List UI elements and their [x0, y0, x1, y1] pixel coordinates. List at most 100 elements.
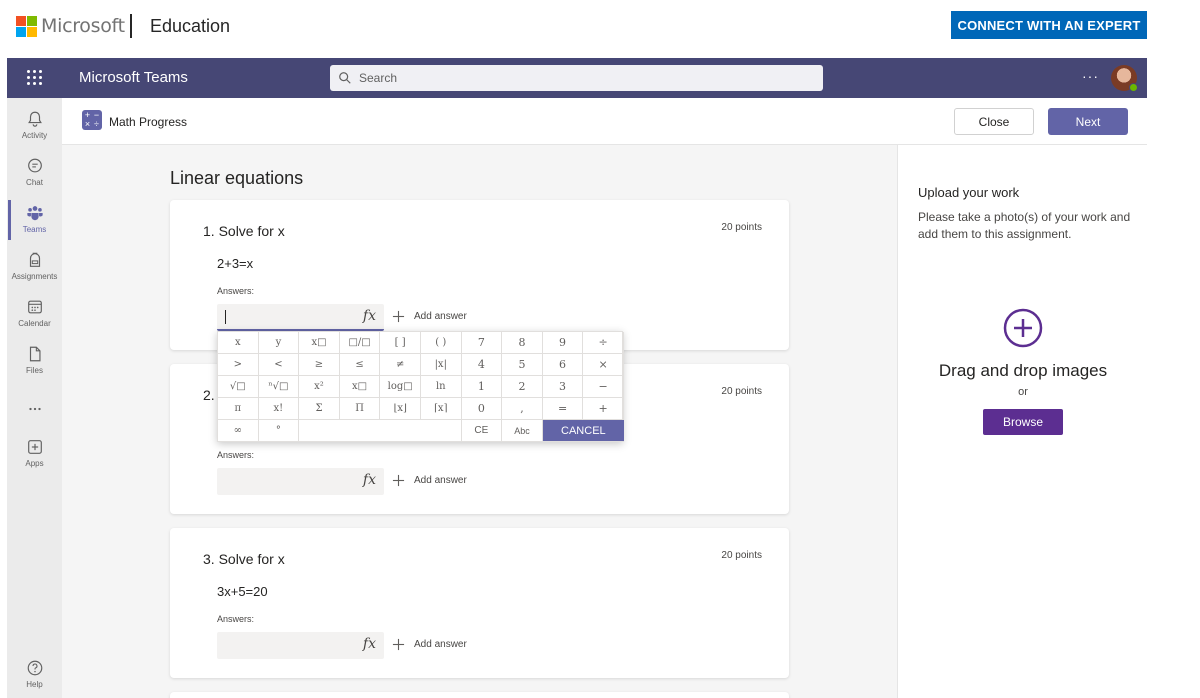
keypad-key[interactable]: ∞ — [218, 420, 259, 442]
connect-expert-button[interactable]: CONNECT WITH AN EXPERT — [951, 11, 1147, 39]
keypad-key[interactable]: < — [258, 354, 300, 376]
product-name: Education — [150, 16, 231, 36]
add-answer-label: Add answer — [414, 639, 467, 650]
keypad-key[interactable]: 4 — [461, 354, 503, 376]
keypad-key[interactable]: 1 — [461, 376, 503, 398]
keypad-key[interactable]: x□ — [339, 376, 381, 398]
rail-label: Activity — [21, 131, 48, 140]
keypad-key[interactable]: 8 — [502, 332, 543, 354]
keypad-key[interactable]: π — [218, 398, 259, 420]
browse-button[interactable]: Browse — [983, 409, 1063, 435]
keypad-key[interactable]: |x| — [420, 354, 462, 376]
search-icon — [339, 72, 351, 84]
rail-label: Calendar — [18, 319, 51, 328]
file-icon — [29, 346, 41, 362]
rail-item-calendar[interactable]: Calendar — [7, 294, 62, 338]
keypad-key[interactable]: 2 — [502, 376, 543, 398]
rail-label: Help — [26, 680, 43, 689]
answer-input[interactable]: fx — [217, 304, 384, 331]
rail-item-teams[interactable]: Teams — [7, 200, 62, 244]
clear-entry-button[interactable]: CE — [461, 420, 503, 442]
more-dots-icon — [28, 407, 41, 411]
chat-icon — [27, 158, 42, 173]
keypad-key[interactable]: 6 — [542, 354, 584, 376]
keypad-key[interactable]: ≥ — [299, 354, 340, 376]
keypad-key[interactable]: ⁿ√□ — [258, 376, 300, 398]
keypad-key[interactable]: y — [258, 332, 300, 354]
add-answer-button[interactable]: Add answer — [392, 310, 467, 323]
keypad-key[interactable]: 7 — [461, 332, 503, 354]
answers-label: Answers: — [217, 614, 255, 624]
more-options-icon[interactable]: ··· — [1082, 68, 1099, 84]
keypad-key[interactable]: x — [218, 332, 259, 354]
keypad-key[interactable]: ° — [258, 420, 300, 442]
app-launcher-icon[interactable] — [27, 70, 43, 86]
keypad-key[interactable]: ⌊x⌋ — [380, 398, 421, 420]
keypad-key[interactable]: ⌈x⌉ — [420, 398, 462, 420]
function-fx-icon[interactable]: fx — [363, 472, 376, 488]
section-title: Linear equations — [170, 168, 304, 188]
or-label: or — [1018, 386, 1028, 398]
keypad-key[interactable]: ln — [420, 376, 462, 398]
rail-item-files[interactable]: Files — [7, 341, 62, 385]
answer-input[interactable]: fx — [217, 632, 384, 659]
function-fx-icon[interactable]: fx — [363, 308, 376, 324]
upload-title: Upload your work — [918, 185, 1020, 200]
function-fx-icon[interactable]: fx — [363, 636, 376, 652]
question-points: 20 points — [721, 550, 762, 561]
presence-status-icon — [1129, 83, 1138, 92]
keypad-key[interactable]: 5 — [502, 354, 543, 376]
keypad-key[interactable]: x² — [299, 376, 340, 398]
avatar[interactable] — [1111, 65, 1138, 92]
keypad-key[interactable]: 3 — [542, 376, 584, 398]
rail-item-assignments[interactable]: Assignments — [7, 247, 62, 291]
rail-label: Assignments — [11, 272, 58, 281]
close-button[interactable]: Close — [954, 108, 1034, 135]
keypad-key[interactable]: − — [583, 376, 624, 398]
drop-zone-title: Drag and drop images — [938, 361, 1108, 380]
question-points: 20 points — [721, 222, 762, 233]
math-keypad: x y x□ □/□[ ]( ) 7 8 9 ÷ > < ≥ ≤ ≠ |x| 4 5 6 × √□ ⁿ√□ x² x□ lo… — [217, 331, 624, 442]
rail-label: Chat — [26, 178, 43, 187]
rail-item-apps[interactable]: Apps — [7, 434, 62, 478]
keypad-key[interactable]: √□ — [218, 376, 259, 398]
keypad-key[interactable]: ( ) — [420, 332, 462, 354]
question-equation: 2+3=x — [217, 256, 254, 271]
search-placeholder: Search — [359, 71, 398, 85]
bell-icon — [27, 111, 42, 127]
answers-label: Answers: — [217, 286, 255, 296]
keypad-key[interactable]: □/□ — [339, 332, 381, 354]
answer-input[interactable]: fx — [217, 468, 384, 495]
rail-item-chat[interactable]: Chat — [7, 153, 62, 197]
keypad-key[interactable]: , — [502, 398, 543, 420]
add-answer-button[interactable]: Add answer — [392, 638, 467, 651]
keypad-key[interactable]: Σ — [299, 398, 340, 420]
add-answer-button[interactable]: Add answer — [392, 474, 467, 487]
keypad-cancel-button[interactable]: CANCEL — [542, 420, 624, 442]
keypad-key[interactable]: × — [583, 354, 624, 376]
plus-icon — [392, 310, 405, 323]
rail-item-help[interactable]: Help — [7, 655, 62, 698]
page-title: Math Progress — [109, 115, 188, 129]
keypad-key[interactable]: 0 — [461, 398, 503, 420]
keypad-key[interactable]: x! — [258, 398, 300, 420]
keypad-key[interactable]: log□ — [380, 376, 421, 398]
rail-item-activity[interactable]: Activity — [7, 106, 62, 150]
question-card: 3. Solve for x 20 points 3x+5=20 Answers… — [170, 528, 789, 678]
search-input[interactable]: Search — [330, 65, 823, 91]
keypad-key[interactable]: x□ — [299, 332, 340, 354]
keypad-key[interactable]: ≠ — [380, 354, 421, 376]
keypad-key[interactable]: ≤ — [339, 354, 381, 376]
rail-label: Apps — [25, 459, 44, 468]
math-progress-app-icon: + − × ÷ — [82, 110, 102, 130]
keypad-key[interactable]: = — [542, 398, 584, 420]
keypad-key[interactable]: > — [218, 354, 259, 376]
text-mode-button[interactable]: Abc — [502, 420, 543, 442]
keypad-key[interactable]: 9 — [542, 332, 584, 354]
keypad-key[interactable]: [ ] — [380, 332, 421, 354]
keypad-key[interactable]: ÷ — [583, 332, 624, 354]
add-image-icon[interactable] — [1003, 308, 1043, 348]
keypad-key[interactable]: Π — [339, 398, 381, 420]
keypad-key[interactable]: + — [583, 398, 624, 420]
next-button[interactable]: Next — [1048, 108, 1128, 135]
